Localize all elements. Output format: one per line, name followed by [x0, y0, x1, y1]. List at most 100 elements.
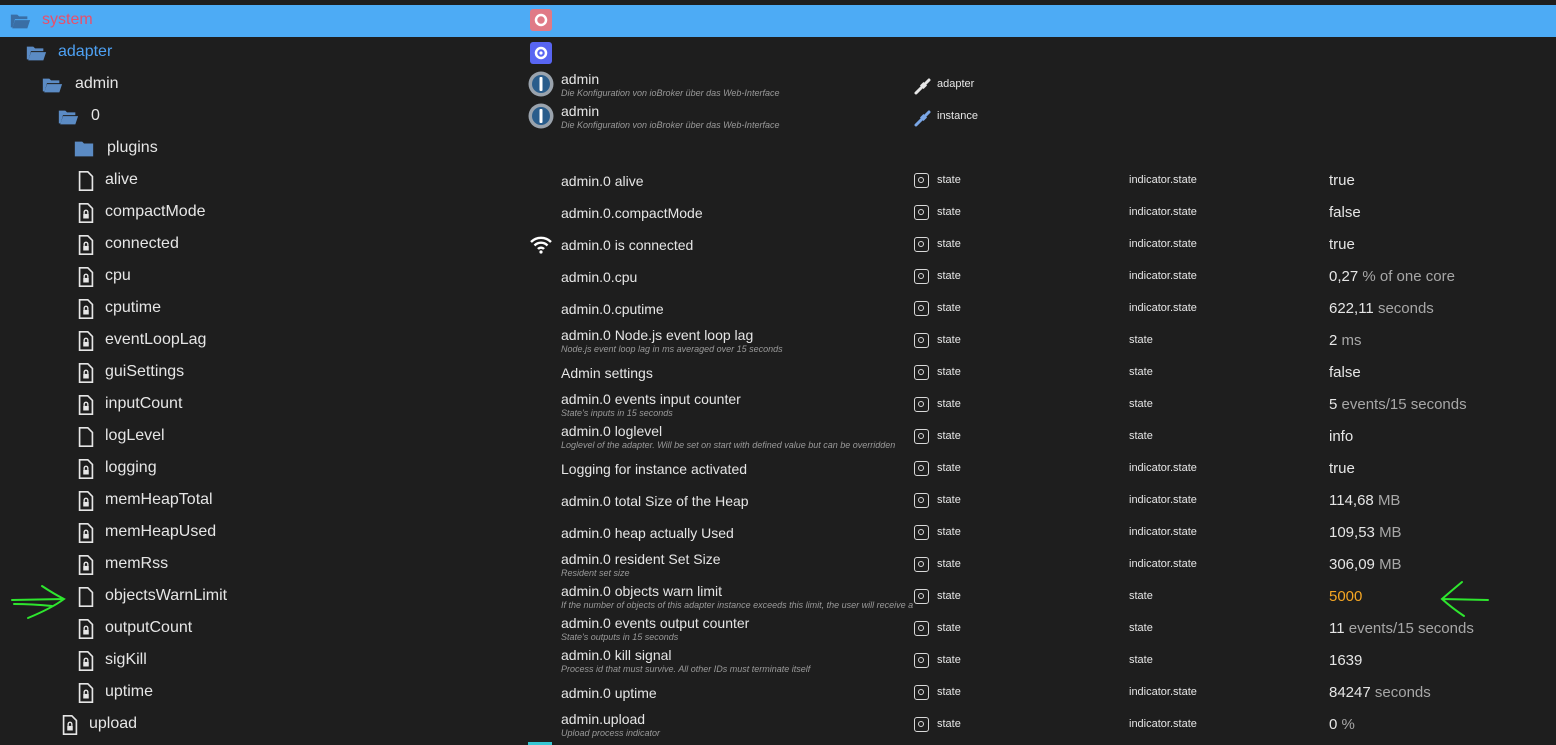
object-name-cell: admin.0 is connected: [561, 229, 915, 261]
object-type: state: [937, 654, 961, 666]
object-type: state: [937, 718, 961, 730]
object-role: state: [1129, 622, 1153, 634]
object-value[interactable]: true: [1329, 236, 1355, 253]
state-type-icon: [914, 685, 929, 700]
state-type-icon: [914, 365, 929, 380]
object-value[interactable]: 0 %: [1329, 716, 1355, 733]
object-name-cell: admin.0.cpu: [561, 261, 915, 293]
object-name-cell: admin.0 total Size of the Heap: [561, 485, 915, 517]
object-value[interactable]: 5 events/15 seconds: [1329, 396, 1467, 413]
value-unit: events/15 seconds: [1341, 396, 1467, 413]
object-description: If the number of objects of this adapter…: [561, 600, 915, 610]
file-lock-icon: [78, 363, 94, 383]
tree-row-system[interactable]: system: [0, 5, 1556, 37]
object-value[interactable]: false: [1329, 364, 1361, 381]
object-name: admin: [561, 103, 600, 119]
object-value[interactable]: 11 events/15 seconds: [1329, 620, 1474, 637]
tree-row-guiSettings[interactable]: guiSettings Admin settings state state false: [0, 357, 1556, 389]
object-description: Loglevel of the adapter. Will be set on …: [561, 440, 896, 450]
tree-row-uptime[interactable]: uptime admin.0 uptime state indicator.state…: [0, 677, 1556, 709]
value-unit: events/15 seconds: [1348, 620, 1474, 637]
tree-row-logging[interactable]: logging Logging for instance activated sta…: [0, 453, 1556, 485]
object-name-cell: admin.0 loglevel Loglevel of the adapter.…: [561, 421, 915, 453]
tree-row-memHeapUsed[interactable]: memHeapUsed admin.0 heap actually Used sta…: [0, 517, 1556, 549]
tree-row-inputCount[interactable]: inputCount admin.0 events input counter St…: [0, 389, 1556, 421]
object-value[interactable]: 306,09 MB: [1329, 556, 1402, 573]
object-role: indicator.state: [1129, 718, 1197, 730]
object-value[interactable]: 2 ms: [1329, 332, 1362, 349]
tree-row-memHeapTotal[interactable]: memHeapTotal admin.0 total Size of the He…: [0, 485, 1556, 517]
tree-row-memRss[interactable]: memRss admin.0 resident Set Size Resident …: [0, 549, 1556, 581]
object-value[interactable]: 84247 seconds: [1329, 684, 1431, 701]
object-role: indicator.state: [1129, 270, 1197, 282]
object-role: indicator.state: [1129, 174, 1197, 186]
tree-label: logging: [105, 459, 157, 476]
object-name: admin.0 events output counter: [561, 615, 750, 631]
object-value[interactable]: false: [1329, 204, 1361, 221]
tree-label: objectsWarnLimit: [105, 587, 228, 604]
value-number: 109,53: [1329, 524, 1375, 541]
tree-row-objectsWarnLimit[interactable]: objectsWarnLimit admin.0 objects warn lim…: [0, 581, 1556, 613]
tree-row-sigKill[interactable]: sigKill admin.0 kill signal Process id tha…: [0, 645, 1556, 677]
object-role: state: [1129, 366, 1153, 378]
object-name: admin.0 events input counter: [561, 391, 741, 407]
file-lock-icon: [78, 331, 94, 351]
state-type-icon: [914, 493, 929, 508]
object-role: indicator.state: [1129, 494, 1197, 506]
tree-label-upload: upload: [89, 715, 138, 732]
object-name: admin.0 is connected: [561, 237, 694, 253]
tree-row-instance-0[interactable]: 0 admin Die Konfiguration von ioBroker ü…: [0, 101, 1556, 133]
value-number: false: [1329, 364, 1361, 381]
annotation-arrow-right-icon: [11, 585, 66, 619]
object-description: State's outputs in 15 seconds: [561, 632, 679, 642]
object-name: admin.0 heap actually Used: [561, 525, 734, 541]
object-value[interactable]: 109,53 MB: [1329, 524, 1402, 541]
object-value[interactable]: 5000: [1329, 588, 1362, 605]
tree-row-compactMode[interactable]: compactMode admin.0.compactMode state indic…: [0, 197, 1556, 229]
object-description: Die Konfiguration von ioBroker über das …: [561, 120, 780, 130]
object-value[interactable]: info: [1329, 428, 1353, 445]
tree-row-upload[interactable]: upload admin.upload Upload process indic…: [0, 709, 1556, 741]
file-lock-icon: [78, 619, 94, 639]
file-lock-icon: [78, 683, 94, 703]
value-unit: % of one core: [1362, 268, 1455, 285]
object-role: state: [1129, 654, 1153, 666]
object-name: admin.0 resident Set Size: [561, 551, 721, 567]
tree-row-connected[interactable]: connected admin.0 is connected state indica…: [0, 229, 1556, 261]
gear-icon: [530, 9, 552, 31]
object-name: admin.0.cpu: [561, 269, 638, 285]
value-number: true: [1329, 172, 1355, 189]
value-number: 622,11: [1329, 300, 1374, 317]
annotation-arrow-left-icon: [1440, 581, 1489, 617]
state-type-icon: [914, 173, 929, 188]
tree-label: eventLoopLag: [105, 331, 207, 348]
value-unit: ms: [1341, 332, 1362, 349]
tree-label: logLevel: [105, 427, 165, 444]
file-lock-icon: [78, 267, 94, 287]
tree-row-outputCount[interactable]: outputCount admin.0 events output counter…: [0, 613, 1556, 645]
tree-row-cpu[interactable]: cpu admin.0.cpu state indicator.state 0,27 %…: [0, 261, 1556, 293]
object-role: indicator.state: [1129, 238, 1197, 250]
tree-row-admin[interactable]: admin admin Die Konfiguration von ioBrok…: [0, 69, 1556, 101]
file-lock-icon: [78, 203, 94, 223]
object-name: admin.0 alive: [561, 173, 644, 189]
value-number: true: [1329, 236, 1355, 253]
tree-row-logLevel[interactable]: logLevel admin.0 loglevel Loglevel of the …: [0, 421, 1556, 453]
object-name-cell: admin.0 resident Set Size Resident set si…: [561, 549, 915, 581]
tree-row-plugins[interactable]: plugins: [0, 133, 1556, 165]
object-role: state: [1129, 590, 1153, 602]
tree-row-cputime[interactable]: cputime admin.0.cputime state indicator.sta…: [0, 293, 1556, 325]
object-value[interactable]: 0,27 % of one core: [1329, 268, 1455, 285]
object-value[interactable]: 622,11 seconds: [1329, 300, 1434, 317]
object-name: admin.0.compactMode: [561, 205, 703, 221]
object-value[interactable]: 114,68 MB: [1329, 492, 1400, 509]
object-value[interactable]: true: [1329, 460, 1355, 477]
object-value[interactable]: true: [1329, 172, 1355, 189]
tree-row-alive[interactable]: alive admin.0 alive state indicator.state tr…: [0, 165, 1556, 197]
tree-row-eventLoopLag[interactable]: eventLoopLag admin.0 Node.js event loop l…: [0, 325, 1556, 357]
tree-row-adapter[interactable]: adapter: [0, 37, 1556, 69]
object-description: State's inputs in 15 seconds: [561, 408, 673, 418]
folder-icon: [74, 141, 94, 157]
object-value[interactable]: 1639: [1329, 652, 1362, 669]
object-name: admin: [561, 71, 600, 87]
